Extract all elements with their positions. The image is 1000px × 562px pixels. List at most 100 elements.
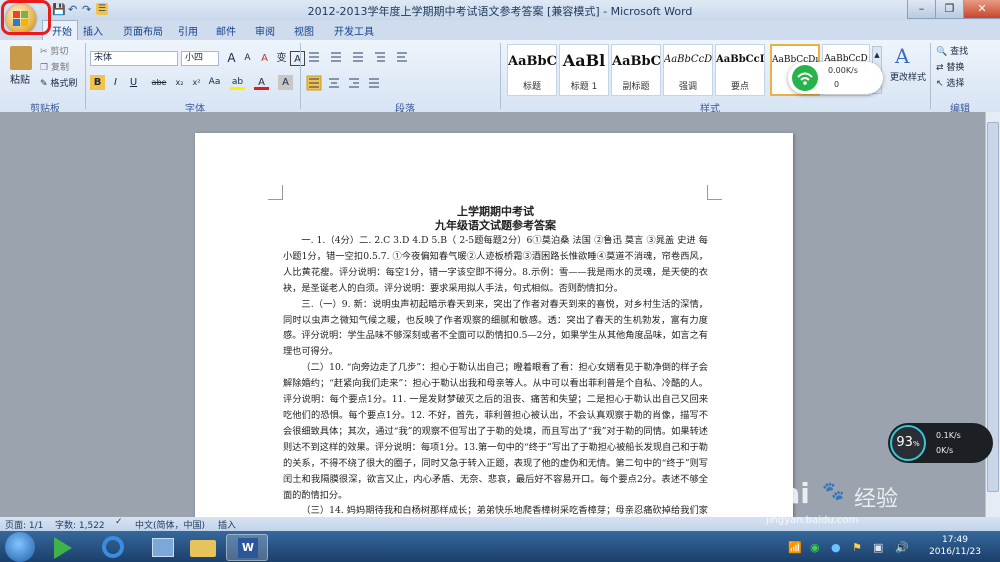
taskbar-clock[interactable]: 17:49 2016/11/23 (920, 534, 990, 558)
minimize-button[interactable]: – (907, 0, 936, 19)
save-icon[interactable]: 💾 (52, 3, 66, 16)
network-tray-icon[interactable]: 📶 (788, 541, 802, 554)
style-name: 强调 (678, 82, 697, 92)
cursor-icon: ↖ (936, 79, 944, 89)
font-size-combo[interactable]: 小四 (181, 51, 219, 66)
change-case-button[interactable]: Aa (207, 75, 222, 90)
find-icon: 🔍 (936, 47, 948, 57)
font-color-button[interactable]: A (254, 75, 269, 90)
start-button[interactable] (5, 532, 35, 562)
memory-percent: 93 (896, 435, 913, 450)
document-page[interactable]: 上学期期中考试 九年级语文试题参考答案 一. 1.（4分）二. 2.C 3.D … (195, 133, 793, 517)
monitor-download: 0K/s (936, 446, 954, 455)
tab-home-label[interactable]: 开始 (52, 23, 72, 38)
status-page[interactable]: 页面: 1/1 (5, 518, 43, 531)
wifi-icon (792, 65, 818, 91)
style-name: 标题 1 (570, 82, 598, 92)
status-insert-mode[interactable]: 插入 (218, 518, 236, 531)
watermark-brand2: 经验 (854, 487, 899, 512)
watermark-url: jingyan.baidu.com (766, 515, 859, 526)
change-styles-icon[interactable]: A (895, 44, 909, 68)
wifi-download-speed: 0 (834, 80, 840, 89)
cut-button[interactable]: ✂ 剪切 (40, 44, 68, 57)
style-sample: AaBl (562, 51, 606, 70)
play-icon (54, 537, 72, 559)
tab-review[interactable]: 审阅 (255, 23, 275, 38)
highlight-annotation (1, 0, 51, 35)
italic-button[interactable]: I (108, 75, 123, 90)
char-shading-button[interactable]: A (278, 75, 293, 90)
tab-mailings[interactable]: 邮件 (216, 23, 236, 38)
highlight-button[interactable]: ab (230, 75, 245, 90)
paragraph-toolbar (306, 52, 407, 91)
style-gallery-item[interactable]: AaBl 标题 1 (559, 44, 609, 96)
memory-percent-unit: % (912, 440, 920, 448)
clock-date: 2016/11/23 (929, 547, 981, 557)
bold-button[interactable]: B (90, 75, 105, 90)
status-language[interactable]: 中文(简体，中国) (135, 518, 205, 531)
paste-button[interactable]: 粘贴 (10, 71, 30, 86)
redo-icon[interactable]: ↷ (82, 3, 91, 16)
group-separator (500, 43, 501, 109)
style-gallery-item[interactable]: AaBbC 标题 (507, 44, 557, 96)
group-separator (300, 43, 301, 109)
watermark-brand: Bai (760, 477, 810, 510)
copy-label: 复制 (50, 63, 69, 73)
file-explorer-icon[interactable] (182, 534, 224, 561)
wifi-upload-speed: 0.00K/s (828, 66, 858, 75)
grow-font-icon[interactable]: A (224, 51, 239, 66)
remote-desktop-icon[interactable] (140, 534, 182, 561)
ie-icon[interactable] (92, 534, 134, 561)
change-styles-button[interactable]: 更改样式 (888, 70, 928, 83)
word-taskbar-icon[interactable]: W (226, 534, 268, 561)
monitor-icon (152, 538, 174, 557)
style-gallery-item[interactable]: AaBbC 副标题 (611, 44, 661, 96)
tab-references[interactable]: 引用 (178, 23, 198, 38)
tab-page-layout[interactable]: 页面布局 (123, 23, 163, 38)
strikethrough-button[interactable]: abe (148, 75, 170, 90)
doc-paragraph: 三.（一）9. 新：说明虫声初起暗示春天到来，突出了作者对春天到来的喜悦，对乡村… (283, 298, 708, 358)
spellcheck-icon[interactable]: ✓ (115, 517, 123, 527)
clear-format-icon[interactable]: A (257, 51, 272, 66)
shrink-font-icon[interactable]: A (240, 51, 255, 66)
superscript-button[interactable]: x² (189, 75, 204, 90)
close-button[interactable]: ✕ (963, 0, 1000, 19)
style-name: 副标题 (622, 82, 650, 92)
style-gallery-item[interactable]: AaBbCcD 要点 (715, 44, 765, 96)
select-button[interactable]: ↖ 选择 (936, 76, 964, 89)
window-title: 2012-2013学年度上学期期中考试语文参考答案 [兼容模式] - Micro… (307, 5, 693, 18)
app-tray-icon[interactable]: ● (831, 541, 841, 554)
doc-subheading: 九年级语文试题参考答案 (435, 219, 556, 232)
display-tray-icon[interactable]: ▣ (873, 541, 883, 554)
tab-developer[interactable]: 开发工具 (334, 23, 374, 38)
flag-tray-icon[interactable]: ⚑ (852, 541, 862, 554)
copy-button[interactable]: ❐ 复制 (40, 60, 69, 73)
margin-corner (268, 185, 283, 200)
undo-icon[interactable]: ↶ (68, 3, 77, 16)
style-gallery-item[interactable]: AaBbCcDı 强调 (663, 44, 713, 96)
maximize-button[interactable]: ❐ (935, 0, 964, 19)
font-name-combo[interactable]: 宋体 (90, 51, 178, 66)
status-word-count[interactable]: 字数: 1,522 (55, 518, 105, 531)
find-label: 查找 (950, 47, 969, 57)
customize-qat-icon[interactable]: ☰ (96, 3, 108, 15)
wifi-tray-icon[interactable]: ◉ (810, 541, 820, 554)
underline-button[interactable]: U (126, 75, 141, 90)
phonetic-guide-icon[interactable]: 变 (274, 51, 289, 66)
find-button[interactable]: 🔍 查找 (936, 44, 968, 57)
tab-view[interactable]: 视图 (294, 23, 314, 38)
subscript-button[interactable]: x₂ (172, 75, 187, 90)
paste-icon[interactable] (10, 46, 32, 70)
volume-tray-icon[interactable]: 🔊 (895, 541, 909, 554)
cut-label: 剪切 (50, 47, 69, 57)
replace-button[interactable]: ⇄ 替换 (936, 60, 964, 73)
style-sample: AaBbC (508, 54, 556, 69)
clock-time: 17:49 (942, 535, 968, 545)
media-player-icon[interactable] (44, 534, 86, 561)
char-border-icon[interactable]: A (290, 51, 305, 66)
tab-insert[interactable]: 插入 (83, 23, 103, 38)
style-sample: AaBbCcDı (664, 54, 712, 65)
replace-label: 替换 (946, 63, 965, 73)
select-label: 选择 (946, 79, 965, 89)
format-painter-button[interactable]: ✎ 格式刷 (40, 76, 77, 89)
